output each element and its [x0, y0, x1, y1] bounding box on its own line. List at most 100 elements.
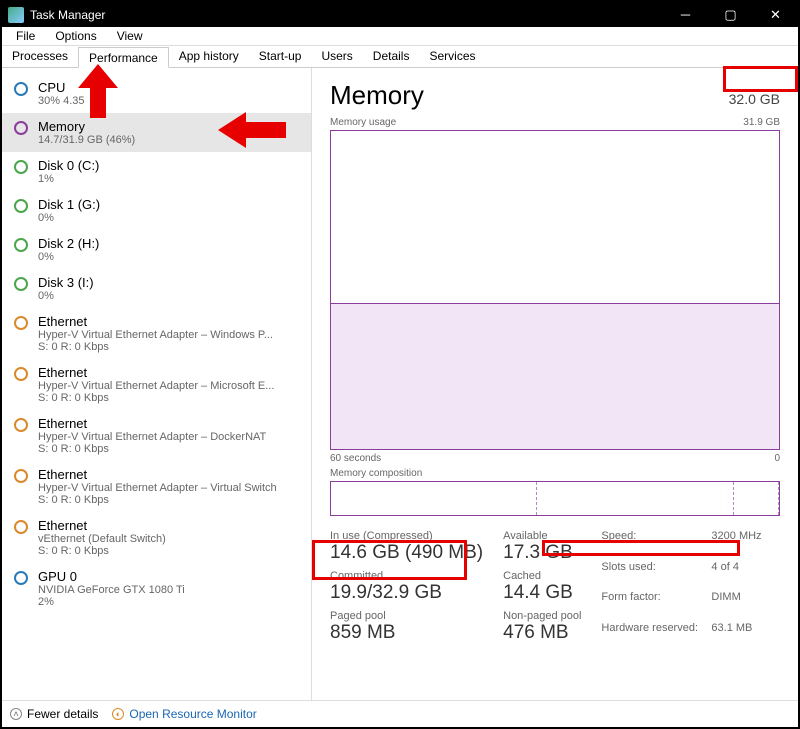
- sidebar-item-name: CPU: [38, 80, 84, 95]
- sidebar-item[interactable]: Disk 3 (I:)0%: [2, 269, 311, 308]
- sidebar-item-text: Disk 3 (I:)0%: [38, 275, 94, 302]
- sidebar-item[interactable]: EthernetHyper-V Virtual Ethernet Adapter…: [2, 461, 311, 512]
- memory-usage-fill: [331, 303, 779, 449]
- stat-committed-label: Committed: [330, 570, 483, 582]
- titlebar: Task Manager ─ ▢ ✕: [2, 2, 798, 27]
- status-ring-icon: [14, 277, 28, 291]
- chevron-up-icon: ˄: [10, 708, 22, 720]
- sidebar-item-name: GPU 0: [38, 569, 185, 584]
- meta-slots-label: Slots used:: [601, 561, 711, 590]
- footer: ˄ Fewer details ◐ Open Resource Monitor: [2, 700, 798, 727]
- sidebar-item-subtext: NVIDIA GeForce GTX 1080 Ti: [38, 584, 185, 596]
- stat-cached-value: 14.4 GB: [503, 582, 581, 604]
- status-ring-icon: [14, 469, 28, 483]
- sidebar-item[interactable]: CPU30% 4.35: [2, 74, 311, 113]
- sidebar-item-text: GPU 0NVIDIA GeForce GTX 1080 Ti2%: [38, 569, 185, 608]
- stat-committed-value: 19.9/32.9 GB: [330, 582, 483, 604]
- tab-bar: Processes Performance App history Start-…: [2, 46, 798, 68]
- menubar: File Options View: [2, 27, 798, 46]
- sidebar-item-name: Ethernet: [38, 365, 274, 380]
- sidebar-item[interactable]: Disk 1 (G:)0%: [2, 191, 311, 230]
- stat-paged-value: 859 MB: [330, 622, 483, 644]
- sidebar-item[interactable]: EthernetHyper-V Virtual Ethernet Adapter…: [2, 410, 311, 461]
- sidebar-item-subtext: Hyper-V Virtual Ethernet Adapter – Windo…: [38, 329, 273, 341]
- meta-formfactor-value: DIMM: [711, 591, 761, 620]
- close-button[interactable]: ✕: [753, 2, 798, 27]
- status-ring-icon: [14, 160, 28, 174]
- fewer-details-button[interactable]: ˄ Fewer details: [10, 707, 98, 721]
- sidebar-item-subtext: Hyper-V Virtual Ethernet Adapter – Micro…: [38, 380, 274, 392]
- status-ring-icon: [14, 316, 28, 330]
- memory-detail-pane: Memory 32.0 GB Memory usage 31.9 GB 60 s…: [312, 68, 798, 700]
- sidebar-item-subtext: 0%: [38, 251, 99, 263]
- memory-usage-graph[interactable]: [330, 130, 780, 450]
- minimize-button[interactable]: ─: [663, 2, 708, 27]
- tab-services[interactable]: Services: [419, 46, 485, 67]
- sidebar-item[interactable]: EthernetvEthernet (Default Switch)S: 0 R…: [2, 512, 311, 563]
- tab-app-history[interactable]: App history: [169, 46, 249, 67]
- graph-axis-right: 0: [774, 453, 780, 464]
- sidebar-item-subtext2: S: 0 R: 0 Kbps: [38, 392, 274, 404]
- status-ring-icon: [14, 82, 28, 96]
- sidebar-item-text: Disk 2 (H:)0%: [38, 236, 99, 263]
- sidebar-item-name: Disk 1 (G:): [38, 197, 100, 212]
- memory-meta: Speed: 3200 MHz Slots used: 4 of 4 Form …: [601, 530, 761, 650]
- memory-total: 32.0 GB: [729, 91, 780, 107]
- sidebar-item-subtext: Hyper-V Virtual Ethernet Adapter – Virtu…: [38, 482, 277, 494]
- menu-options[interactable]: Options: [45, 29, 106, 43]
- window-controls: ─ ▢ ✕: [663, 2, 798, 27]
- meta-hwreserved-label: Hardware reserved:: [601, 622, 711, 651]
- stat-paged-label: Paged pool: [330, 610, 483, 622]
- meta-hwreserved-value: 63.1 MB: [711, 622, 761, 651]
- sidebar-item-subtext: vEthernet (Default Switch): [38, 533, 166, 545]
- sidebar-item-subtext: Hyper-V Virtual Ethernet Adapter – Docke…: [38, 431, 266, 443]
- sidebar-item-text: EthernetHyper-V Virtual Ethernet Adapter…: [38, 314, 273, 353]
- sidebar-item-name: Ethernet: [38, 518, 166, 533]
- sidebar-item-text: Disk 1 (G:)0%: [38, 197, 100, 224]
- performance-sidebar: CPU30% 4.35 Memory14.7/31.9 GB (46%) Disk …: [2, 68, 312, 700]
- sidebar-item-name: Memory: [38, 119, 135, 134]
- tab-startup[interactable]: Start-up: [249, 46, 312, 67]
- composition-label: Memory composition: [330, 468, 422, 479]
- sidebar-item[interactable]: EthernetHyper-V Virtual Ethernet Adapter…: [2, 308, 311, 359]
- status-ring-icon: [14, 520, 28, 534]
- sidebar-item-text: CPU30% 4.35: [38, 80, 84, 107]
- sidebar-item[interactable]: Disk 0 (C:)1%: [2, 152, 311, 191]
- stat-nonpaged-value: 476 MB: [503, 622, 581, 644]
- sidebar-item-name: Ethernet: [38, 314, 273, 329]
- memory-stats: In use (Compressed) 14.6 GB (490 MB) Com…: [330, 530, 780, 650]
- sidebar-item-subtext: 30% 4.35: [38, 95, 84, 107]
- memory-composition-bar[interactable]: [330, 481, 780, 516]
- stat-inuse-value: 14.6 GB (490 MB): [330, 542, 483, 564]
- status-ring-icon: [14, 238, 28, 252]
- sidebar-item-name: Disk 3 (I:): [38, 275, 94, 290]
- menu-view[interactable]: View: [107, 29, 153, 43]
- sidebar-item-text: EthernetHyper-V Virtual Ethernet Adapter…: [38, 467, 277, 506]
- graph-axis-left: 60 seconds: [330, 453, 381, 464]
- meta-speed-label: Speed:: [601, 530, 711, 559]
- sidebar-item-subtext2: S: 0 R: 0 Kbps: [38, 545, 166, 557]
- detail-title: Memory: [330, 80, 424, 111]
- sidebar-item-text: EthernetHyper-V Virtual Ethernet Adapter…: [38, 416, 266, 455]
- stat-nonpaged-label: Non-paged pool: [503, 610, 581, 622]
- sidebar-item-name: Ethernet: [38, 467, 277, 482]
- maximize-button[interactable]: ▢: [708, 2, 753, 27]
- sidebar-item[interactable]: Disk 2 (H:)0%: [2, 230, 311, 269]
- meta-formfactor-label: Form factor:: [601, 591, 711, 620]
- app-icon: [8, 7, 24, 23]
- sidebar-item[interactable]: Memory14.7/31.9 GB (46%): [2, 113, 311, 152]
- sidebar-item-text: Disk 0 (C:)1%: [38, 158, 99, 185]
- stat-available-label: Available: [503, 530, 581, 542]
- sidebar-item[interactable]: GPU 0NVIDIA GeForce GTX 1080 Ti2%: [2, 563, 311, 614]
- status-ring-icon: [14, 367, 28, 381]
- tab-users[interactable]: Users: [311, 46, 362, 67]
- open-resource-monitor-label: Open Resource Monitor: [129, 707, 256, 721]
- status-ring-icon: [14, 571, 28, 585]
- tab-processes[interactable]: Processes: [2, 46, 78, 67]
- comp-in-use: [331, 482, 537, 515]
- sidebar-item[interactable]: EthernetHyper-V Virtual Ethernet Adapter…: [2, 359, 311, 410]
- tab-performance[interactable]: Performance: [78, 47, 169, 68]
- menu-file[interactable]: File: [6, 29, 45, 43]
- tab-details[interactable]: Details: [363, 46, 420, 67]
- open-resource-monitor-link[interactable]: ◐ Open Resource Monitor: [112, 707, 256, 721]
